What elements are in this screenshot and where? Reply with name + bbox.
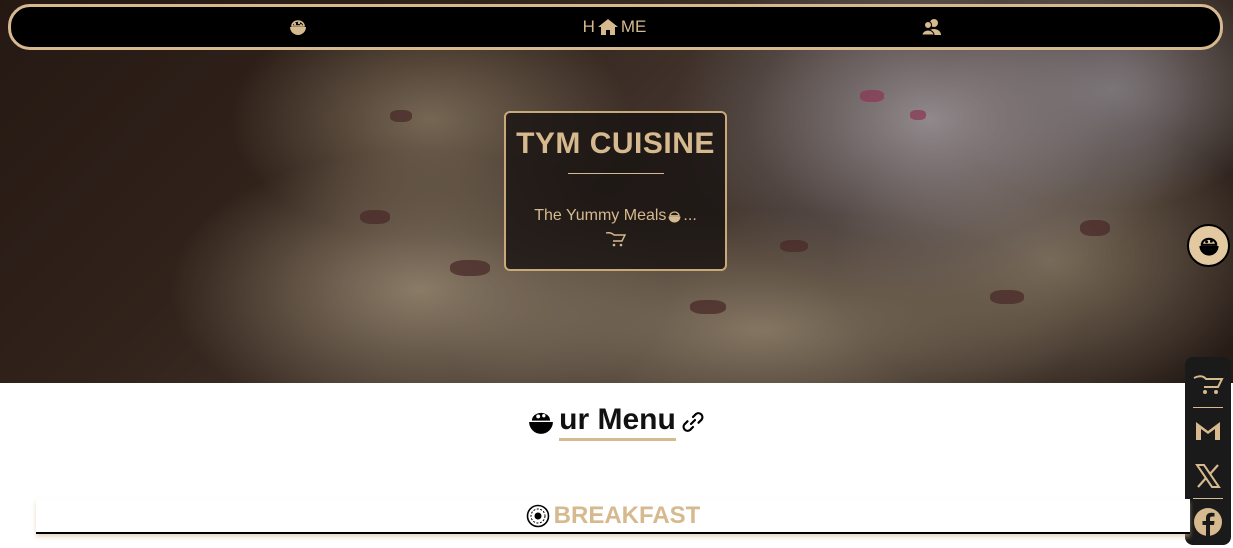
x-icon	[1195, 463, 1221, 488]
bowl-icon	[290, 20, 307, 35]
link-icon[interactable]	[680, 409, 706, 435]
nav-bowl-link[interactable]	[288, 17, 308, 37]
tagline-text-start: The Yummy Meals	[534, 207, 667, 224]
nav-home-label-end: ME	[620, 17, 647, 36]
floating-bowl-button[interactable]	[1187, 224, 1230, 267]
social-sidebar	[1185, 357, 1231, 545]
menu-heading: ur Menu	[0, 402, 1233, 441]
hero-texture	[390, 110, 412, 122]
social-x-link[interactable]	[1185, 453, 1231, 499]
bowl-icon	[668, 210, 681, 222]
hero-texture	[780, 240, 808, 252]
cart-icon	[1193, 375, 1224, 394]
cart-icon	[605, 232, 626, 247]
hero-texture	[1080, 220, 1110, 236]
section-breakfast-header[interactable]: BREAKFAST	[36, 499, 1190, 534]
breakfast-emblem-icon	[526, 504, 549, 527]
hero-texture	[990, 290, 1024, 304]
top-navbar: H ME	[8, 4, 1223, 50]
home-house-icon	[597, 19, 618, 35]
users-icon	[921, 19, 941, 36]
tagline: The Yummy Meals ...	[506, 207, 725, 225]
title-divider	[567, 173, 664, 174]
hero-texture	[860, 90, 884, 102]
section-breakfast-label: BREAKFAST	[553, 501, 701, 529]
hero-title-card: TYM CUISINE The Yummy Meals ...	[504, 111, 727, 271]
social-facebook-link[interactable]	[1185, 499, 1231, 545]
hero-texture	[910, 110, 926, 120]
hero-texture	[450, 260, 490, 276]
hero-texture	[360, 210, 390, 224]
hero-cart-link[interactable]	[605, 231, 627, 252]
menu-heading-text: ur Menu	[559, 402, 676, 441]
nav-home-link[interactable]: H ME	[583, 17, 647, 37]
tagline-text-end: ...	[683, 207, 697, 224]
facebook-icon	[1194, 508, 1222, 537]
bowl-icon	[529, 412, 554, 434]
nav-users-link[interactable]	[921, 18, 943, 36]
hero-texture	[690, 300, 726, 314]
nav-home-label-start: H	[582, 17, 595, 36]
site-title: TYM CUISINE	[516, 127, 715, 160]
social-cart-link[interactable]	[1185, 361, 1231, 407]
bowl-icon	[1198, 237, 1219, 256]
